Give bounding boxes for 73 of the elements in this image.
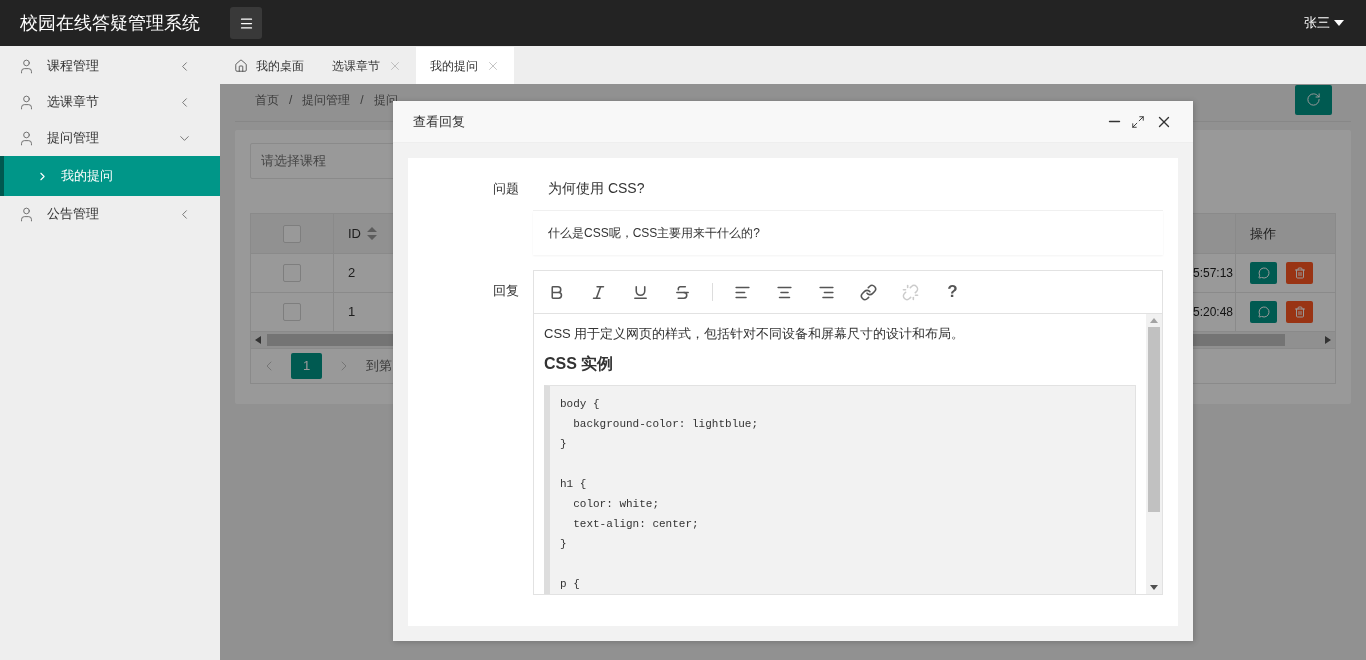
scroll-down-icon[interactable]: [1150, 585, 1158, 590]
trash-icon: [1293, 267, 1306, 279]
delete-button[interactable]: [1286, 262, 1313, 284]
tab[interactable]: 我的桌面: [220, 47, 318, 84]
rich-text-editor[interactable]: ? CSS 用于定义网页的样式，包括针对不同设备和屏幕尺寸的设计和布局。 CSS 实例 body { background-color: lightblue; } h1 { color: white; text-align: center; } p {: [533, 270, 1163, 595]
tab-label: 我的桌面: [256, 57, 304, 75]
sidebar-item[interactable]: 课程管理: [0, 48, 220, 84]
sidebar-item-label: 课程管理: [47, 57, 100, 76]
dialog-title: 查看回复: [413, 112, 466, 131]
reply-paragraph: CSS 用于定义网页的样式，包括针对不同设备和屏幕尺寸的设计和布局。: [544, 325, 966, 343]
menu-icon: [238, 15, 254, 31]
vertical-scrollbar[interactable]: [1146, 314, 1162, 594]
user-icon: [18, 93, 35, 111]
table-cell-text: 1: [348, 303, 356, 322]
table-cell-text: 2: [348, 264, 356, 283]
sidebar-item-label: 选课章节: [47, 93, 100, 112]
refresh-button[interactable]: [1295, 84, 1332, 115]
chat-icon: [1257, 267, 1270, 279]
italic-icon: [590, 283, 607, 301]
user-icon: [18, 57, 35, 75]
sidebar-subitem-label: 我的提问: [61, 167, 113, 186]
field-label: 问题: [492, 180, 520, 198]
breadcrumb-link[interactable]: 首页: [255, 90, 279, 109]
checkbox[interactable]: [283, 264, 301, 282]
column-header: ID: [348, 224, 361, 243]
link-icon: [860, 283, 877, 301]
checkbox[interactable]: [283, 224, 301, 243]
maximize-icon[interactable]: [1131, 114, 1145, 129]
user-icon: [18, 205, 35, 223]
column-header: 操作: [1250, 224, 1276, 243]
sidebar-item[interactable]: 提问管理: [0, 120, 220, 156]
breadcrumb-separator: /: [360, 91, 364, 109]
trash-icon: [1293, 306, 1306, 318]
reply-button[interactable]: [1250, 262, 1277, 284]
breadcrumb-separator: /: [289, 91, 293, 109]
sidebar-item[interactable]: 公告管理: [0, 196, 220, 232]
refresh-icon: [1306, 92, 1321, 107]
sidebar-subitem[interactable]: 我的提问: [0, 156, 220, 196]
breadcrumb-link[interactable]: 提问管理: [302, 90, 351, 109]
sort-icon[interactable]: [367, 227, 377, 240]
question-description: 什么是CSS呢，CSS主要用来干什么的?: [533, 211, 1163, 255]
checkbox[interactable]: [283, 303, 301, 321]
goto-label: 到第: [366, 357, 392, 376]
scroll-left-icon[interactable]: [255, 336, 261, 344]
app-title: 校园在线答疑管理系统: [19, 11, 201, 35]
reply-heading: CSS 实例: [544, 354, 615, 374]
sidebar-item-label: 公告管理: [47, 205, 100, 224]
sidebar-item-label: 提问管理: [47, 129, 100, 148]
scroll-right-icon[interactable]: [1325, 336, 1331, 344]
reply-button[interactable]: [1250, 301, 1277, 323]
table-cell-text: 5:57:13: [1192, 265, 1233, 282]
code-block: body { background-color: lightblue; } h1 { color: white; text-align: center; } p {: [544, 385, 1136, 594]
field-label: 回复: [492, 282, 520, 300]
unlink-icon: [902, 283, 919, 301]
underline-icon: [632, 283, 649, 301]
table-cell-text: 5:20:48: [1192, 304, 1233, 321]
delete-button[interactable]: [1286, 301, 1313, 323]
tab-label: 选课章节: [332, 57, 380, 75]
strikethrough-icon: [674, 283, 691, 301]
toolbar-button[interactable]: ?: [940, 279, 965, 305]
sidebar-item[interactable]: 选课章节: [0, 84, 220, 120]
chat-icon: [1257, 306, 1270, 318]
tab-label: 我的提问: [430, 57, 478, 75]
tab[interactable]: 我的提问: [416, 47, 514, 84]
home-icon: [234, 58, 248, 73]
question-title: 为何使用 CSS?: [533, 167, 1163, 211]
scroll-up-icon[interactable]: [1150, 318, 1158, 323]
tab[interactable]: 选课章节: [318, 47, 416, 84]
bold-icon: [548, 283, 565, 301]
menu-button[interactable]: [230, 7, 262, 39]
caret-icon: [1334, 20, 1344, 26]
user-icon: [18, 129, 35, 147]
user-menu[interactable]: 张三: [1304, 13, 1344, 33]
